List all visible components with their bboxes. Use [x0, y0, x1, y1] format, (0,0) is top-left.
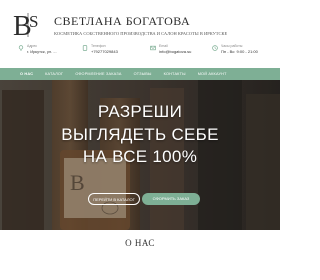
contact-address: Адрес г. Иркутск, ул. ...	[18, 44, 57, 54]
phone-icon	[82, 45, 88, 51]
place-order-button[interactable]: ОФОРМИТЬ ЗАКАЗ	[142, 193, 200, 205]
brand-name: СВЕТЛАНА БОГАТОВА	[54, 14, 191, 28]
brand-tagline: КОСМЕТИКА СОБСТВЕННОГО ПРОИЗВОДСТВА И СА…	[54, 31, 228, 36]
nav-item-contacts[interactable]: КОНТАКТЫ	[164, 72, 186, 76]
contact-phone[interactable]: Телефон +79277029843	[82, 44, 118, 54]
bs-monogram-logo: B S	[13, 11, 38, 40]
about-section: О НАС	[0, 230, 280, 280]
contact-hours-value: Пн - Вс: 9:00 - 21:00	[221, 49, 258, 54]
contact-phone-value[interactable]: +79277029843	[91, 49, 118, 54]
nav-item-catalog[interactable]: КАТАЛОГ	[45, 72, 63, 76]
site-header: B S СВЕТЛАНА БОГАТОВА КОСМЕТИКА СОБСТВЕН…	[0, 0, 280, 68]
location-icon	[18, 45, 24, 51]
contact-hours-label: Часы работы	[221, 44, 243, 48]
hero-title-line-2: ВЫГЛЯДЕТЬ СЕБЕ	[61, 125, 219, 144]
email-icon	[150, 45, 156, 51]
contact-address-label: Адрес	[27, 44, 38, 48]
clock-icon	[212, 45, 218, 51]
svg-text:S: S	[29, 12, 38, 31]
nav-item-account[interactable]: МОЙ АККАУНТ	[198, 72, 227, 76]
contact-email[interactable]: Email info@bogatova.su	[150, 44, 191, 54]
hero-banner: B РАЗРЕШИ ВЫГЛЯДЕТЬ СЕБЕ НА ВСЕ 100% ПЕР…	[0, 80, 280, 230]
brand-logo[interactable]: B S СВЕТЛАНА БОГАТОВА КОСМЕТИКА СОБСТВЕН…	[12, 10, 227, 40]
hero-title-line-3: НА ВСЕ 100%	[82, 147, 198, 166]
go-to-catalog-button[interactable]: ПЕРЕЙТИ В КАТАЛОГ	[88, 193, 140, 205]
about-title: О НАС	[125, 238, 155, 248]
contact-email-label: Email	[159, 44, 168, 48]
contacts-bar: Адрес г. Иркутск, ул. ... Телефон +79277…	[0, 44, 280, 64]
contact-phone-label: Телефон	[91, 44, 106, 48]
nav-item-reviews[interactable]: ОТЗЫВЫ	[134, 72, 152, 76]
hero-title-line-1: РАЗРЕШИ	[97, 102, 183, 121]
nav-item-about[interactable]: О НАС	[20, 72, 33, 76]
contact-address-value: г. Иркутск, ул. ...	[27, 49, 57, 54]
main-nav: О НАС КАТАЛОГ ОФОРМЛЕНИЕ ЗАКАЗА ОТЗЫВЫ К…	[0, 68, 280, 80]
nav-item-order[interactable]: ОФОРМЛЕНИЕ ЗАКАЗА	[75, 72, 121, 76]
contact-hours: Часы работы Пн - Вс: 9:00 - 21:00	[212, 44, 258, 54]
contact-email-value[interactable]: info@bogatova.su	[159, 49, 191, 54]
